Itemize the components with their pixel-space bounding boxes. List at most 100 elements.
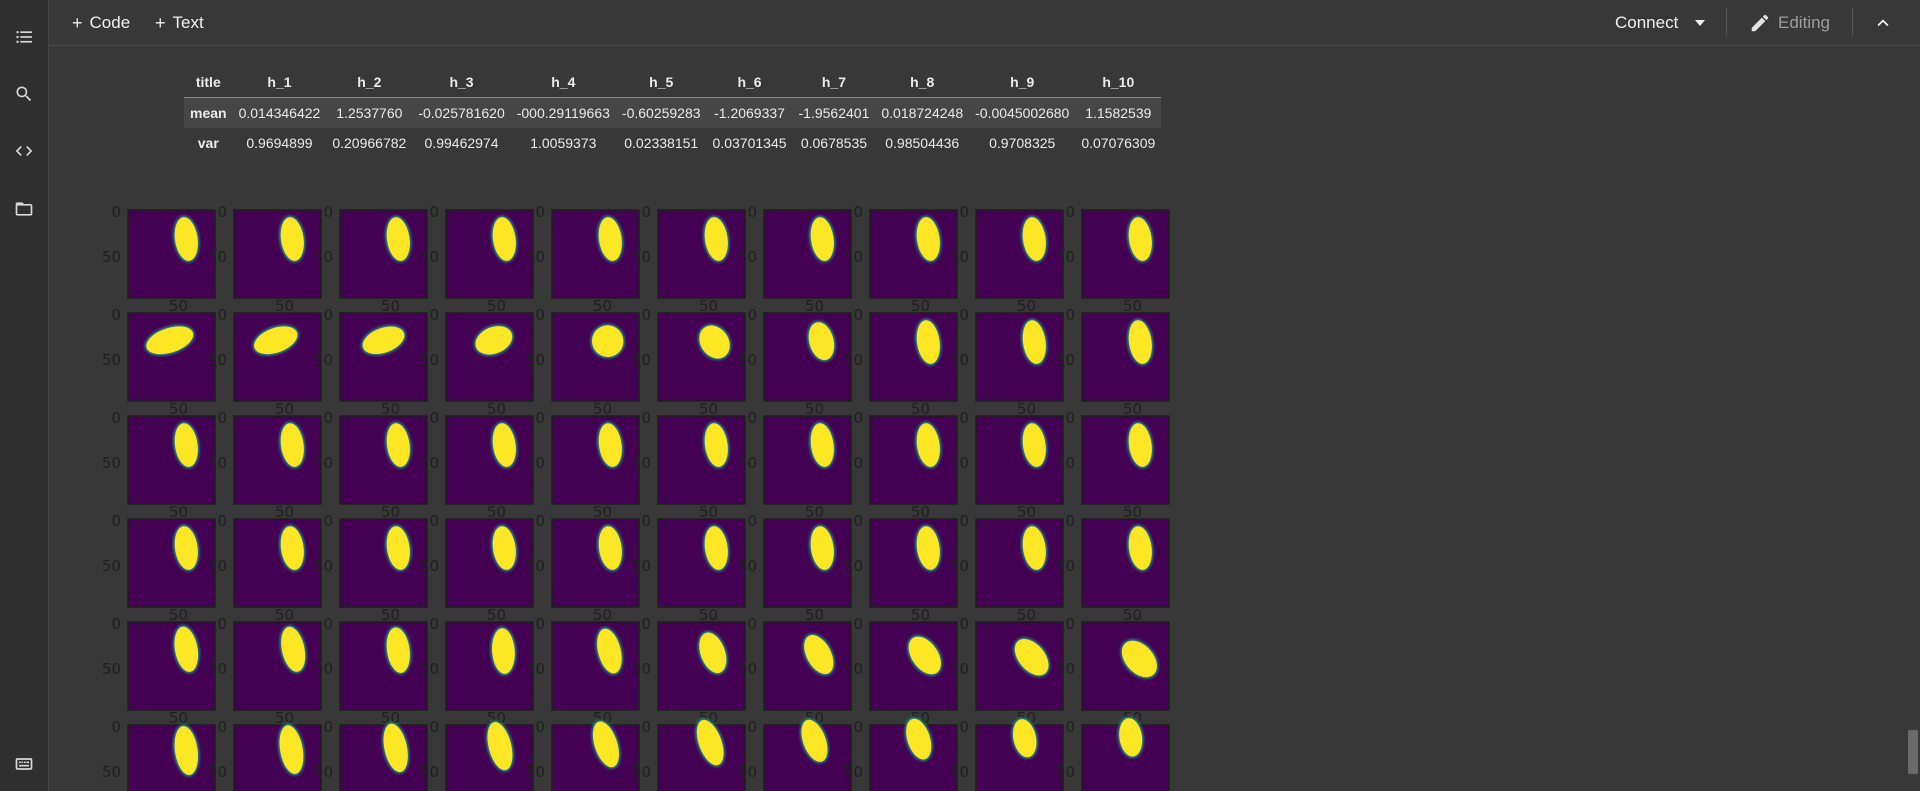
terminal-button[interactable] bbox=[0, 744, 48, 784]
subplot-image bbox=[1081, 312, 1170, 402]
subplot-image bbox=[551, 312, 640, 402]
y-tick-label: 0 bbox=[641, 306, 651, 324]
y-tick-label: 0 bbox=[853, 615, 863, 633]
table-cell: 0.014346422 bbox=[238, 105, 321, 121]
y-tick-label: 50 bbox=[420, 454, 439, 472]
y-tick-label: 50 bbox=[738, 454, 757, 472]
subplot-image bbox=[1081, 518, 1170, 608]
table-cell: 1.2537760 bbox=[336, 105, 403, 121]
y-tick-label: 50 bbox=[102, 351, 121, 369]
table-cell: -000.29119663 bbox=[516, 105, 610, 121]
y-tick-label: 0 bbox=[429, 409, 439, 427]
y-tick-label: 0 bbox=[429, 306, 439, 324]
add-text-button[interactable]: + Text bbox=[155, 10, 204, 36]
y-tick-label: 0 bbox=[747, 718, 757, 736]
y-tick-label: 0 bbox=[959, 718, 969, 736]
subplot-cell: 05050 bbox=[420, 306, 534, 418]
files-button[interactable] bbox=[0, 189, 48, 229]
subplot-cell: 05050 bbox=[632, 615, 746, 727]
subplot-cell: 05050 bbox=[1056, 203, 1170, 315]
connect-button[interactable]: Connect bbox=[1615, 10, 1706, 36]
subplot-cell: 05050 bbox=[420, 615, 534, 727]
y-tick-label: 0 bbox=[853, 409, 863, 427]
subplot-image bbox=[339, 415, 428, 505]
subplot-cell: 05050 bbox=[844, 409, 958, 521]
table-of-contents-button[interactable] bbox=[0, 17, 48, 57]
subplot-cell: 05050 bbox=[526, 306, 640, 418]
column-header: h_10 bbox=[1075, 66, 1162, 98]
add-code-label: Code bbox=[89, 13, 131, 32]
y-tick-label: 0 bbox=[853, 306, 863, 324]
subplot-grid: 0 50 50 0 50 50 0 50 50 0 50 50 0 50 50 0 50 50 0 50 50 0 50 50… bbox=[102, 203, 1170, 791]
table-cell: 0.03701345 bbox=[712, 135, 787, 151]
subplot-cell: 05050 bbox=[738, 409, 852, 521]
y-tick-label: 0 bbox=[535, 203, 545, 221]
subplot-image bbox=[339, 621, 428, 711]
y-tick-label: 0 bbox=[217, 615, 227, 633]
subplot-cell: 05050 bbox=[738, 512, 852, 624]
subplot-image bbox=[869, 209, 958, 299]
subplot-image bbox=[1081, 209, 1170, 299]
y-tick-label: 0 bbox=[217, 409, 227, 427]
y-tick-label: 0 bbox=[641, 409, 651, 427]
y-tick-label: 50 bbox=[738, 351, 757, 369]
scrollbar[interactable] bbox=[1906, 46, 1920, 791]
table-of-contents-icon bbox=[16, 31, 32, 43]
subplot-cell: 05050 bbox=[632, 409, 746, 521]
subplot-cell: 05050 bbox=[738, 306, 852, 418]
subplot-image bbox=[445, 621, 534, 711]
column-header: h_6 bbox=[706, 66, 793, 98]
y-tick-label: 50 bbox=[102, 763, 121, 781]
y-tick-label: 0 bbox=[747, 203, 757, 221]
code-snippets-button[interactable] bbox=[0, 131, 48, 171]
subplot-cell: 05050 bbox=[632, 203, 746, 315]
table-cell: 0.02338151 bbox=[624, 135, 699, 151]
y-tick-label: 0 bbox=[535, 615, 545, 633]
y-tick-label: 50 bbox=[632, 351, 651, 369]
y-tick-label: 0 bbox=[959, 512, 969, 530]
y-tick-label: 50 bbox=[526, 454, 545, 472]
y-tick-label: 50 bbox=[526, 248, 545, 266]
collapse-button[interactable] bbox=[1872, 10, 1894, 36]
y-tick-label: 0 bbox=[217, 306, 227, 324]
search-button[interactable] bbox=[0, 74, 48, 114]
y-tick-label: 50 bbox=[1056, 454, 1075, 472]
add-code-button[interactable]: + Code bbox=[72, 10, 130, 36]
subplot-cell: 05050 bbox=[208, 306, 322, 418]
subplot-image bbox=[763, 415, 852, 505]
y-tick-label: 0 bbox=[1065, 718, 1075, 736]
subplot-image bbox=[233, 415, 322, 505]
y-tick-label: 0 bbox=[641, 615, 651, 633]
subplot-cell: 05050 bbox=[1056, 306, 1170, 418]
column-header: h_9 bbox=[969, 66, 1076, 98]
y-tick-label: 50 bbox=[950, 660, 969, 678]
y-tick-label: 0 bbox=[323, 718, 333, 736]
y-tick-label: 0 bbox=[641, 512, 651, 530]
subplot-cell: 05050 bbox=[1056, 615, 1170, 727]
editing-mode-button[interactable]: Editing bbox=[1749, 10, 1830, 36]
y-tick-label: 50 bbox=[738, 557, 757, 575]
subplot-cell: 05050 bbox=[420, 203, 534, 315]
y-tick-label: 50 bbox=[1056, 557, 1075, 575]
subplot-cell: 05050 bbox=[950, 306, 1064, 418]
subplot-image bbox=[339, 518, 428, 608]
subplot-image bbox=[1081, 415, 1170, 505]
subplot-image bbox=[975, 415, 1064, 505]
chevron-down-icon[interactable] bbox=[1695, 20, 1706, 26]
subplot-cell: 05050 bbox=[102, 512, 216, 624]
subplot-image bbox=[127, 209, 216, 299]
subplot-cell: 05050 bbox=[738, 718, 852, 791]
subplot-cell: 05050 bbox=[314, 306, 428, 418]
subplot-image bbox=[763, 209, 852, 299]
table-cell: 1.1582539 bbox=[1085, 105, 1152, 121]
subplot-image bbox=[445, 312, 534, 402]
y-tick-label: 0 bbox=[429, 718, 439, 736]
scrollbar-thumb[interactable] bbox=[1908, 730, 1918, 774]
y-tick-label: 50 bbox=[208, 660, 227, 678]
row-label: mean bbox=[190, 105, 227, 121]
y-tick-label: 50 bbox=[526, 557, 545, 575]
y-tick-label: 50 bbox=[738, 660, 757, 678]
search-icon bbox=[16, 86, 32, 102]
toolbar-divider bbox=[1726, 8, 1727, 36]
y-tick-label: 50 bbox=[208, 763, 227, 781]
